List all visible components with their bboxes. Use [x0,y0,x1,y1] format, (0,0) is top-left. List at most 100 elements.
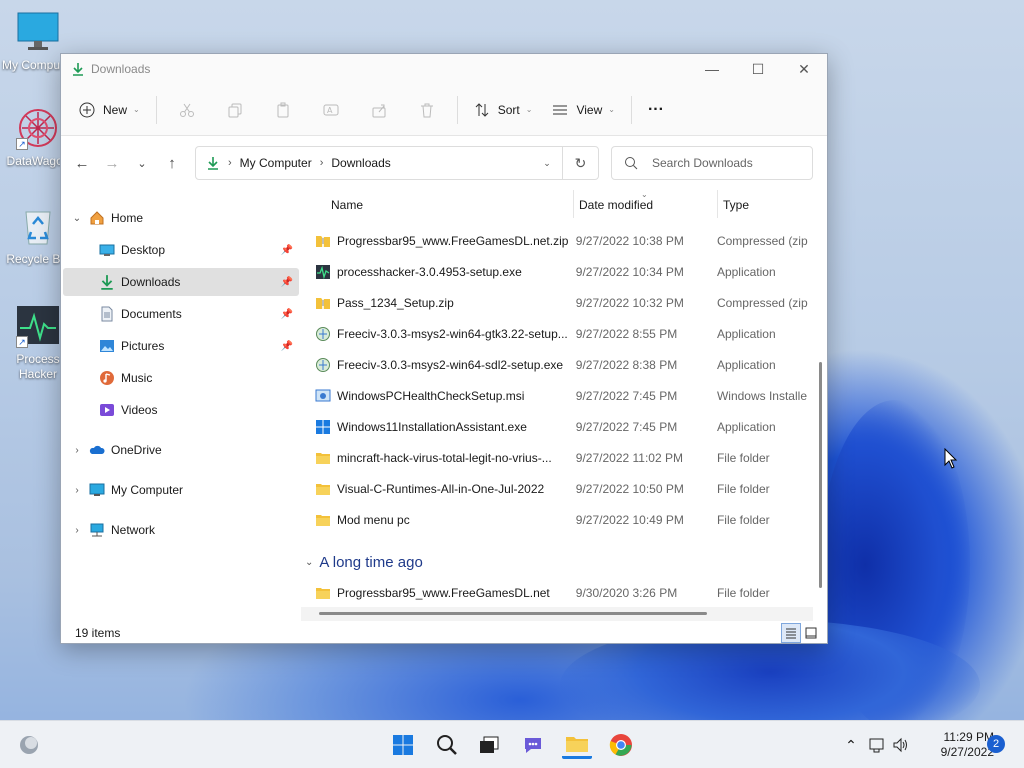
column-header-name[interactable]: Name [331,198,363,212]
breadcrumb-my-computer[interactable]: My Computer [240,156,312,170]
file-row[interactable]: mincraft-hack-virus-total-legit-no-vrius… [315,442,813,473]
tiles-view-button[interactable] [801,623,821,643]
chevron-down-icon: ⌄ [608,105,615,114]
sidebar-item-my-computer[interactable]: › My Computer [63,476,299,504]
chevron-down-icon[interactable]: ⌄ [71,213,83,224]
chrome-icon [609,734,632,756]
file-row[interactable]: Freeciv-3.0.3-msys2-win64-sdl2-setup.exe… [315,349,813,380]
file-row[interactable]: Mod menu pc 9/27/2022 10:49 PM File folder [315,504,813,535]
search-box[interactable]: Search Downloads [611,146,813,180]
file-row[interactable]: Windows11InstallationAssistant.exe 9/27/2… [315,411,813,442]
sidebar-item-documents[interactable]: Documents 📌 [63,300,299,328]
paste-button[interactable] [259,94,307,126]
breadcrumb-downloads[interactable]: Downloads [331,156,390,170]
share-button[interactable] [355,94,403,126]
windows-logo-icon [393,735,413,755]
pin-icon: 📌 [280,244,293,256]
group-header-long-time-ago[interactable]: ⌄ A long time ago [305,554,423,571]
task-view-button[interactable] [474,731,504,759]
title-bar[interactable]: Downloads — ☐ ✕ [61,54,827,84]
rename-button[interactable]: A [307,94,355,126]
notification-badge[interactable]: 2 [987,735,1005,753]
column-divider[interactable] [573,190,574,218]
file-list: ⌄ Name Date modified Type Mod menu pc.zi… [301,190,813,620]
address-dropdown-button[interactable]: ⌄ [532,158,562,169]
monitor-icon [89,483,105,496]
copy-button[interactable] [211,94,259,126]
view-button[interactable]: View ⌄ [542,94,625,126]
download-icon [73,63,83,76]
file-row[interactable]: Progressbar95_www.FreeGamesDL.net 9/30/20… [315,577,813,608]
file-row[interactable]: processhacker-3.0.4953-setup.exe 9/27/202… [315,256,813,287]
delete-button[interactable] [403,94,451,126]
sort-button[interactable]: Sort ⌄ [464,94,543,126]
chevron-down-icon: ⌄ [133,105,140,114]
sidebar-item-label: Downloads [121,275,181,289]
sidebar-item-desktop[interactable]: Desktop 📌 [63,236,299,264]
column-header-date[interactable]: Date modified [579,198,653,212]
sidebar-item-label: Pictures [121,339,165,353]
cut-button[interactable] [163,94,211,126]
file-row[interactable]: Freeciv-3.0.3-msys2-win64-gtk3.22-setup.… [315,318,813,349]
clock[interactable]: 11:29 PM 9/27/2022 [918,730,994,760]
file-date: 9/27/2022 10:38 PM [575,233,684,248]
maximize-button[interactable]: ☐ [735,54,781,84]
sidebar-item-downloads[interactable]: Downloads 📌 [63,268,299,296]
file-date: 9/27/2022 10:50 PM [575,481,684,496]
widgets-button[interactable] [14,731,44,759]
sidebar-item-onedrive[interactable]: › OneDrive [63,436,299,464]
chat-button[interactable] [518,731,548,759]
file-name: processhacker-3.0.4953-setup.exe [315,264,576,280]
chevron-right-icon[interactable]: › [71,525,83,536]
address-bar[interactable]: › My Computer › Downloads ⌄ ↻ [195,146,599,180]
more-options-button[interactable]: ··· [638,94,674,126]
more-icon: ··· [647,100,664,118]
file-row[interactable]: Visual-C-Runtimes-All-in-One-Jul-2022 9/2… [315,473,813,504]
forward-button[interactable]: → [97,148,127,178]
details-view-icon [786,628,796,639]
sort-label: Sort [497,102,520,117]
pin-icon: 📌 [280,308,293,320]
search-taskbar-button[interactable] [432,731,462,759]
recent-locations-button[interactable]: ⌄ [127,148,157,178]
sidebar-item-pictures[interactable]: Pictures 📌 [63,332,299,360]
window-title: Downloads [91,62,151,76]
sidebar-item-label: Videos [121,403,158,417]
status-bar: 19 items [61,622,827,644]
chat-icon [525,738,541,753]
chevron-right-icon[interactable]: › [71,445,83,456]
sidebar-item-home[interactable]: ⌄ Home [63,204,299,232]
document-icon [101,306,113,322]
file-date: 9/27/2022 10:49 PM [575,512,684,527]
new-button[interactable]: New ⌄ [69,94,150,126]
volume-tray-button[interactable] [886,731,916,759]
close-button[interactable]: ✕ [781,54,827,84]
up-button[interactable]: ↑ [157,148,187,178]
chevron-right-icon[interactable]: › [71,485,83,496]
start-button[interactable] [388,731,418,759]
item-count: 19 items [75,626,121,640]
file-explorer-taskbar-button[interactable] [562,731,592,759]
view-lines-icon [553,105,568,114]
chrome-taskbar-button[interactable] [606,731,636,759]
sidebar-item-music[interactable]: Music [63,364,299,392]
file-row[interactable]: Progressbar95_www.FreeGamesDL.net.zip 9/2… [315,225,813,256]
horizontal-scrollbar[interactable] [301,607,813,621]
column-header-type[interactable]: Type [723,198,749,212]
sidebar-item-label: Home [111,211,144,225]
sidebar-item-network[interactable]: › Network [63,516,299,544]
file-name: Mod menu pc [315,512,576,528]
file-row[interactable]: WindowsPCHealthCheckSetup.msi 9/27/2022 7… [315,380,813,411]
back-button[interactable]: ← [67,148,97,178]
sidebar-item-videos[interactable]: Videos [63,396,299,424]
minimize-button[interactable]: — [689,54,735,84]
file-row[interactable]: Pass_1234_Setup.zip 9/27/2022 10:32 PM Com… [315,287,813,318]
file-name-text: Mod menu pc [337,512,410,527]
view-label: View [576,102,603,117]
refresh-button[interactable]: ↻ [562,147,598,179]
details-view-button[interactable] [781,623,801,643]
column-divider[interactable] [717,190,718,218]
horizontal-scrollbar-thumb[interactable] [319,612,707,615]
shortcut-arrow-icon: ↗ [16,336,28,348]
vertical-scrollbar-thumb[interactable] [819,362,822,588]
